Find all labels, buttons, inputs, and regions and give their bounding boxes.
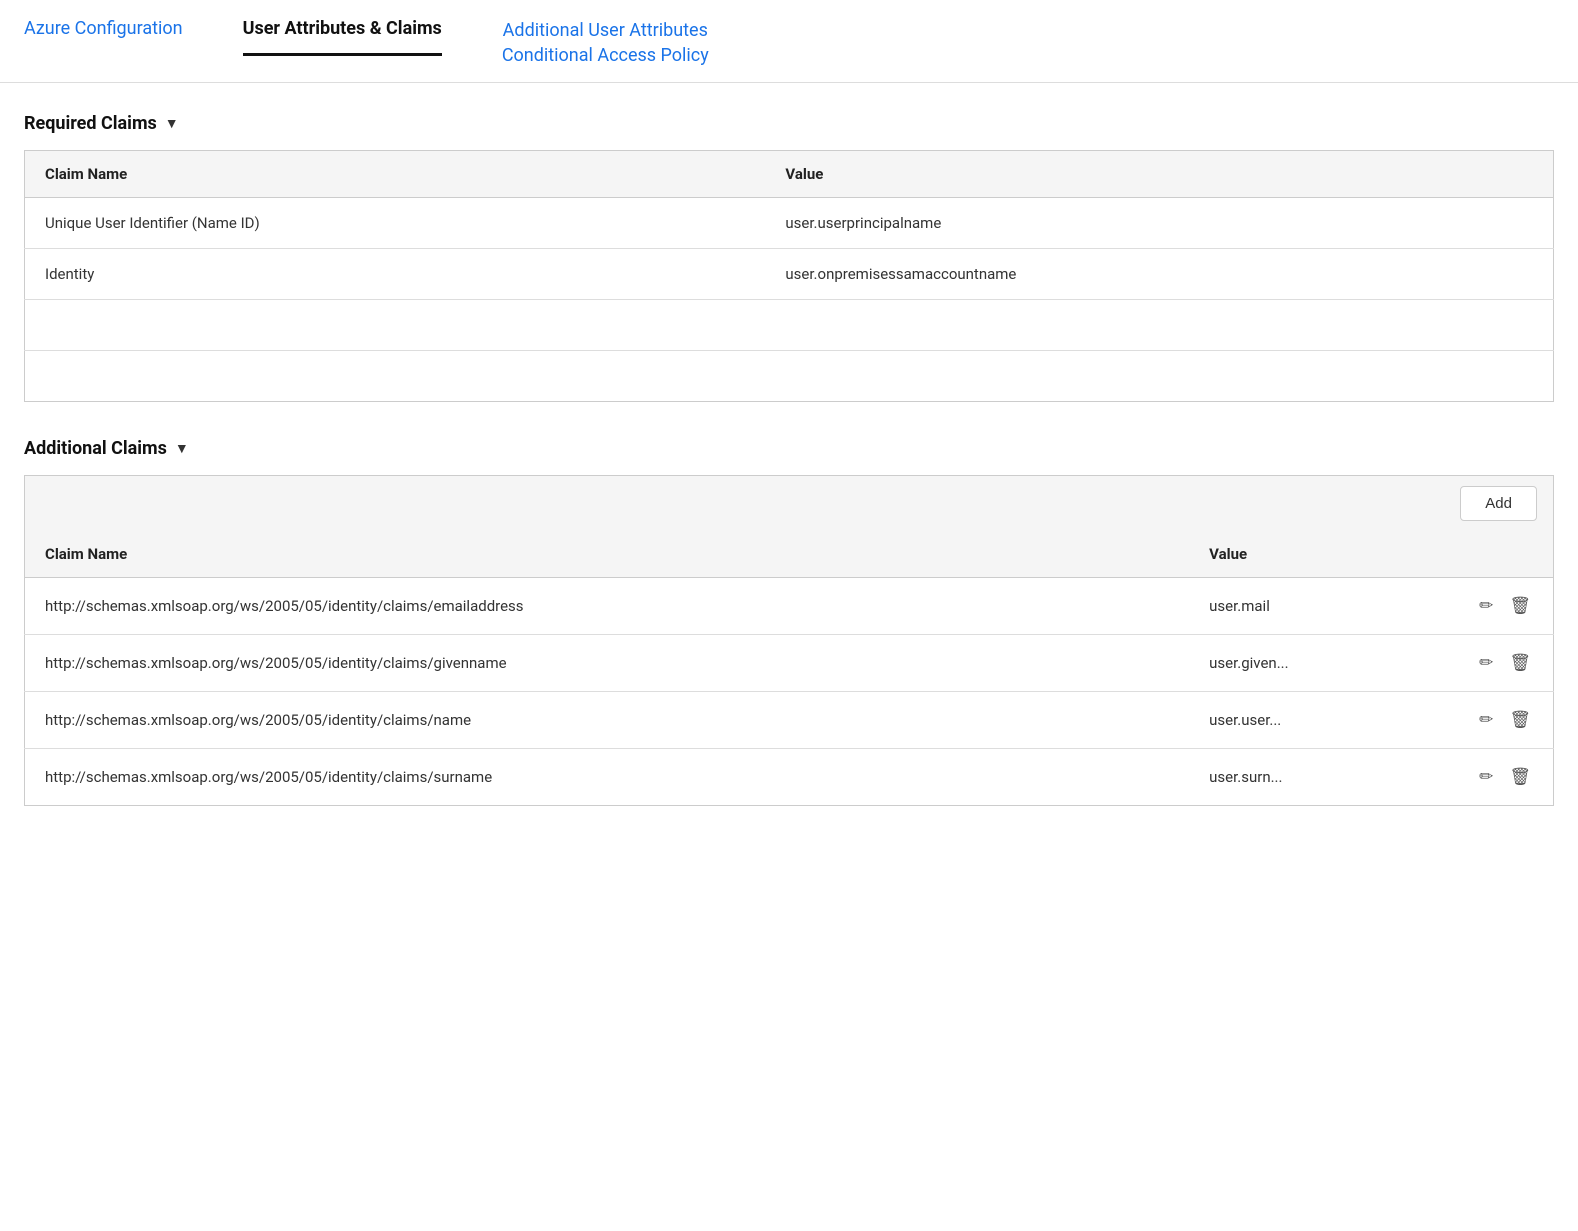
additional-claim-actions: ✏ 🗑 bbox=[1457, 578, 1553, 635]
nav-azure-config[interactable]: Azure Configuration bbox=[24, 18, 183, 53]
required-claims-row: Identity user.onpremisessamaccountname bbox=[25, 249, 1554, 300]
edit-claim-button[interactable]: ✏ bbox=[1477, 594, 1495, 618]
additional-claims-header[interactable]: Additional Claims ▼ bbox=[24, 438, 1554, 459]
required-claim-value: user.userprincipalname bbox=[765, 198, 1553, 249]
additional-claim-actions: ✏ 🗑 bbox=[1457, 749, 1553, 806]
required-claim-name: Identity bbox=[25, 249, 766, 300]
additional-claims-row: http://schemas.xmlsoap.org/ws/2005/05/id… bbox=[25, 635, 1554, 692]
required-claim-value-header: Value bbox=[765, 151, 1553, 198]
additional-claim-name: http://schemas.xmlsoap.org/ws/2005/05/id… bbox=[25, 749, 1190, 806]
additional-claims-toolbar: Add bbox=[24, 475, 1554, 531]
delete-claim-button[interactable]: 🗑 bbox=[1507, 594, 1533, 618]
additional-claims-header-row: Claim Name Value bbox=[25, 531, 1554, 578]
required-claims-empty-row bbox=[25, 351, 1554, 402]
additional-claim-name-header: Claim Name bbox=[25, 531, 1190, 578]
nav-user-attributes[interactable]: User Attributes & Claims bbox=[243, 18, 442, 56]
required-claims-title: Required Claims bbox=[24, 113, 157, 134]
additional-claim-value: user.surn... bbox=[1189, 749, 1457, 806]
additional-claim-value-header: Value bbox=[1189, 531, 1457, 578]
required-claims-header-row: Claim Name Value bbox=[25, 151, 1554, 198]
additional-claims-chevron: ▼ bbox=[175, 440, 189, 457]
required-claim-value: user.onpremisessamaccountname bbox=[765, 249, 1553, 300]
additional-claim-value: user.mail bbox=[1189, 578, 1457, 635]
top-nav: Azure Configuration User Attributes & Cl… bbox=[0, 0, 1578, 83]
edit-claim-button[interactable]: ✏ bbox=[1477, 765, 1495, 789]
required-claim-name: Unique User Identifier (Name ID) bbox=[25, 198, 766, 249]
edit-claim-button[interactable]: ✏ bbox=[1477, 708, 1495, 732]
additional-claim-name: http://schemas.xmlsoap.org/ws/2005/05/id… bbox=[25, 692, 1190, 749]
edit-claim-button[interactable]: ✏ bbox=[1477, 651, 1495, 675]
additional-claim-name: http://schemas.xmlsoap.org/ws/2005/05/id… bbox=[25, 578, 1190, 635]
required-claims-chevron: ▼ bbox=[165, 115, 179, 132]
additional-claim-name: http://schemas.xmlsoap.org/ws/2005/05/id… bbox=[25, 635, 1190, 692]
required-claims-row: Unique User Identifier (Name ID) user.us… bbox=[25, 198, 1554, 249]
add-claim-button[interactable]: Add bbox=[1460, 486, 1537, 521]
delete-claim-button[interactable]: 🗑 bbox=[1507, 708, 1533, 732]
additional-claim-actions: ✏ 🗑 bbox=[1457, 635, 1553, 692]
additional-claims-table: Claim Name Value http://schemas.xmlsoap.… bbox=[24, 531, 1554, 806]
delete-claim-button[interactable]: 🗑 bbox=[1507, 765, 1533, 789]
required-claims-header[interactable]: Required Claims ▼ bbox=[24, 113, 1554, 134]
nav-additional-user[interactable]: Additional User Attributes Conditional A… bbox=[502, 18, 709, 82]
additional-claims-title: Additional Claims bbox=[24, 438, 167, 459]
additional-claim-value: user.given... bbox=[1189, 635, 1457, 692]
additional-claim-value: user.user... bbox=[1189, 692, 1457, 749]
additional-claims-row: http://schemas.xmlsoap.org/ws/2005/05/id… bbox=[25, 749, 1554, 806]
additional-claims-row: http://schemas.xmlsoap.org/ws/2005/05/id… bbox=[25, 578, 1554, 635]
additional-claim-actions-header bbox=[1457, 531, 1553, 578]
main-content: Required Claims ▼ Claim Name Value Uniqu… bbox=[0, 83, 1578, 836]
additional-claim-actions: ✏ 🗑 bbox=[1457, 692, 1553, 749]
required-claims-table: Claim Name Value Unique User Identifier … bbox=[24, 150, 1554, 402]
delete-claim-button[interactable]: 🗑 bbox=[1507, 651, 1533, 675]
required-claims-empty-row bbox=[25, 300, 1554, 351]
required-claim-name-header: Claim Name bbox=[25, 151, 766, 198]
additional-claims-row: http://schemas.xmlsoap.org/ws/2005/05/id… bbox=[25, 692, 1554, 749]
